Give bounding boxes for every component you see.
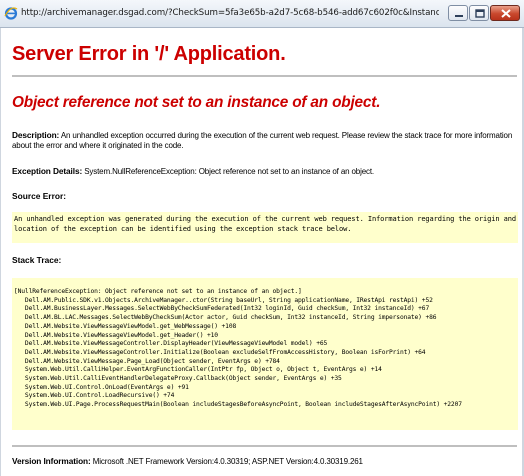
- stack-trace-heading: Stack Trace:: [12, 255, 62, 265]
- exception-details-label: Exception Details:: [12, 166, 83, 176]
- source-error-heading: Source Error:: [12, 191, 66, 201]
- close-icon: [501, 9, 511, 18]
- stack-trace-line: System.Web.Util.CalliHelper.EventArgFunc…: [14, 366, 382, 374]
- divider: [12, 75, 517, 77]
- stack-trace-line: Dell.AM.Website.ViewMessageController.Di…: [14, 340, 328, 348]
- maximize-button[interactable]: [469, 5, 489, 21]
- source-error-box: An unhandled exception was generated dur…: [12, 212, 518, 243]
- description-paragraph: Description: An unhandled exception occu…: [12, 130, 516, 151]
- stack-trace-line: Dell.AM.Public.SDK.v1.Objects.ArchiveMan…: [14, 296, 433, 304]
- description-text: An unhandled exception occurred during t…: [12, 131, 513, 150]
- stack-trace-line: Dell.AM.Website.ViewMessage.Page_Load(Ob…: [14, 357, 280, 365]
- stack-trace-box: [NullReferenceException: Object referenc…: [12, 278, 518, 430]
- exception-details-text: System.NullReferenceException: Object re…: [84, 167, 375, 176]
- window-title: http://archivemanager.dsgad.com/?CheckSu…: [21, 8, 439, 18]
- stack-trace-line: System.Web.UI.Page.ProcessRequestMain(Bo…: [14, 401, 462, 409]
- source-error-line: An unhandled exception was generated dur…: [14, 215, 516, 223]
- close-button[interactable]: [490, 5, 520, 21]
- stack-trace-line: System.Web.Util.CalliEventHandlerDelegat…: [14, 375, 342, 383]
- stack-trace-line: [NullReferenceException: Object referenc…: [14, 288, 302, 295]
- stack-trace-line: System.Web.UI.Control.OnLoad(EventArgs e…: [14, 383, 189, 391]
- source-error-line: location of the exception can be identif…: [14, 225, 352, 234]
- maximize-icon: [475, 9, 485, 18]
- stack-trace-line: Dell.AM.BL.LAC.Messages.SelectWebByCheck…: [14, 314, 437, 322]
- minimize-icon: [455, 15, 463, 17]
- stack-trace-line: Dell.AM.Website.ViewMessageController.In…: [14, 348, 426, 356]
- window-titlebar[interactable]: http://archivemanager.dsgad.com/?CheckSu…: [0, 0, 524, 28]
- stack-trace-line: Dell.AM.Website.ViewMessageViewModel.get…: [14, 322, 237, 330]
- version-information-label: Version Information:: [12, 456, 91, 466]
- stack-trace-line: Dell.AM.BusinessLayer.Messages.SelectWeb…: [14, 305, 430, 313]
- minimize-button[interactable]: [448, 5, 468, 21]
- internet-explorer-icon: [4, 6, 18, 20]
- stack-trace-line: System.Web.UI.Control.LoadRecursive() +7…: [14, 392, 175, 400]
- error-message: Object reference not set to an instance …: [12, 94, 381, 111]
- version-information-text: Microsoft .NET Framework Version:4.0.303…: [92, 457, 363, 466]
- divider: [12, 445, 517, 447]
- window-frame-left: [0, 28, 1, 476]
- description-label: Description:: [12, 130, 60, 140]
- exception-details-paragraph: Exception Details: System.NullReferenceE…: [12, 166, 374, 177]
- server-error-heading: Server Error in '/' Application.: [12, 43, 286, 65]
- stack-trace-line: Dell.AM.Website.ViewMessageViewModel.get…: [14, 331, 218, 339]
- version-information: Version Information: Microsoft .NET Fram…: [12, 456, 363, 467]
